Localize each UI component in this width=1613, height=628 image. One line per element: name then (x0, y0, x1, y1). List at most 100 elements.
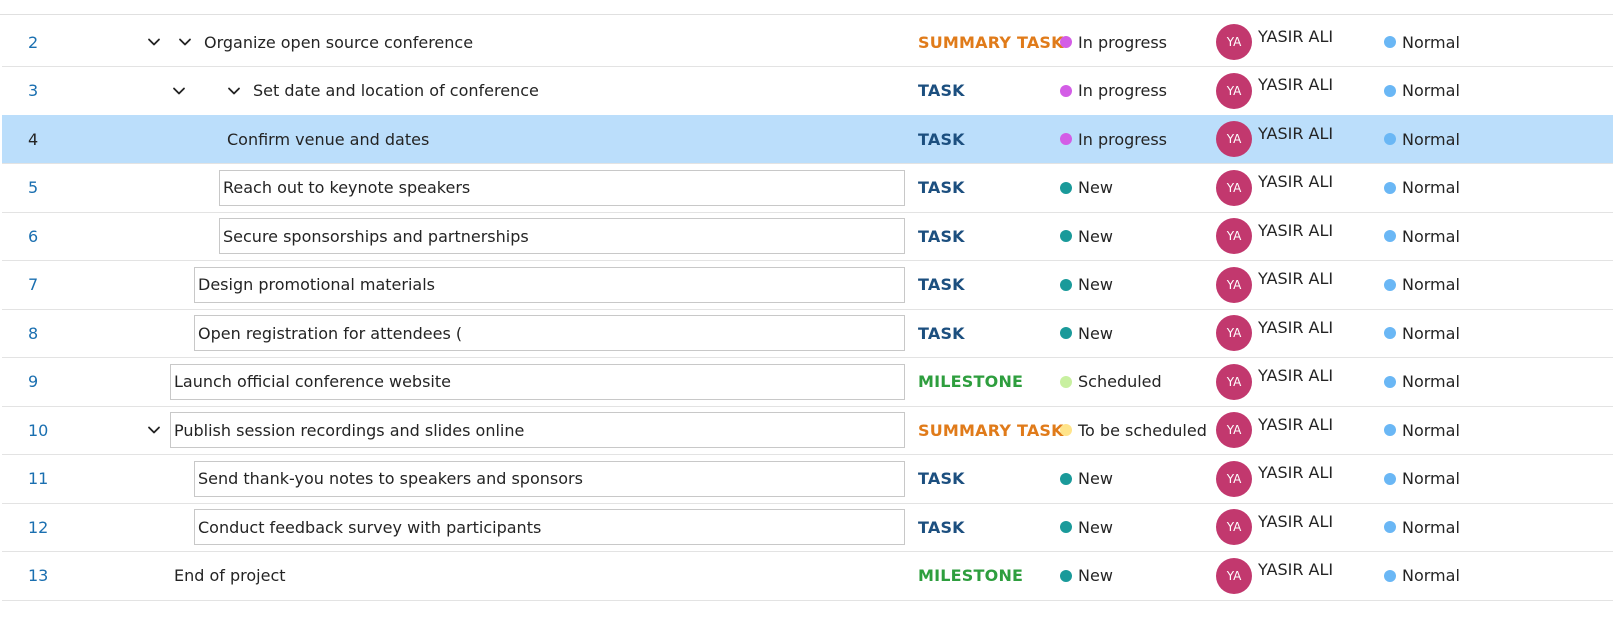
chevron-down-icon[interactable] (146, 422, 162, 438)
row-id-link[interactable]: 11 (28, 455, 48, 503)
priority-field[interactable]: Normal (1384, 552, 1460, 600)
priority-field[interactable]: Normal (1384, 358, 1460, 406)
assignee-field[interactable]: YA YASIR ALI (1216, 309, 1333, 357)
type-label[interactable]: MILESTONE (918, 358, 1023, 406)
assignee-name: YASIR ALI (1258, 123, 1334, 143)
subject-input[interactable]: Conduct feedback survey with participant… (194, 509, 905, 545)
subject-text[interactable]: End of project (174, 552, 286, 600)
priority-field[interactable]: Normal (1384, 164, 1460, 212)
priority-field[interactable]: Normal (1384, 406, 1460, 454)
status-field[interactable]: New (1060, 309, 1113, 357)
assignee-field[interactable]: YA YASIR ALI (1216, 455, 1333, 503)
status-field[interactable]: In progress (1060, 67, 1167, 115)
priority-field[interactable]: Normal (1384, 115, 1460, 163)
row-id-link[interactable]: 13 (28, 552, 48, 600)
table-row[interactable]: 10 Publish session recordings and slides … (2, 406, 1613, 455)
row-id-link[interactable]: 4 (28, 115, 38, 163)
type-label[interactable]: MILESTONE (918, 552, 1023, 600)
table-row[interactable]: 7 Design promotional materials TASK New YA YA… (2, 261, 1613, 310)
type-label[interactable]: SUMMARY TASK (918, 406, 1064, 454)
status-dot-icon (1060, 181, 1072, 194)
assignee-field[interactable]: YA YASIR ALI (1216, 67, 1333, 115)
table-row[interactable]: 12 Conduct feedback survey with participa… (2, 503, 1613, 552)
status-field[interactable]: In progress (1060, 115, 1167, 163)
row-id-link[interactable]: 7 (28, 261, 38, 309)
table-row[interactable]: 3 Set date and location of conference TASK… (2, 67, 1613, 116)
type-label[interactable]: TASK (918, 503, 965, 551)
status-field[interactable]: New (1060, 212, 1113, 260)
chevron-down-icon[interactable] (177, 34, 193, 50)
table-row[interactable]: 8 Open registration for attendees ( TASK Ne… (2, 309, 1613, 358)
priority-field[interactable]: Normal (1384, 309, 1460, 357)
table-row[interactable]: 4 Confirm venue and dates TASK In progress Y… (2, 115, 1613, 164)
subject-input[interactable]: Secure sponsorships and partnerships (219, 218, 905, 254)
assignee-field[interactable]: YA YASIR ALI (1216, 18, 1333, 66)
priority-label: Normal (1402, 129, 1460, 149)
subject-text[interactable]: Organize open source conference (204, 18, 473, 66)
status-field[interactable]: New (1060, 455, 1113, 503)
row-id-link[interactable]: 3 (28, 67, 38, 115)
chevron-down-icon[interactable] (146, 34, 162, 50)
row-id-link[interactable]: 10 (28, 406, 48, 454)
status-field[interactable]: New (1060, 552, 1113, 600)
assignee-name: YASIR ALI (1258, 366, 1334, 385)
subject-text[interactable]: Confirm venue and dates (227, 115, 429, 163)
priority-field[interactable]: Normal (1384, 261, 1460, 309)
status-field[interactable]: Scheduled (1060, 358, 1162, 406)
priority-dot-icon (1384, 569, 1396, 582)
assignee-field[interactable]: YA YASIR ALI (1216, 164, 1333, 212)
chevron-down-icon[interactable] (226, 83, 242, 99)
subject-input[interactable]: Publish session recordings and slides on… (170, 412, 905, 448)
row-id-link[interactable]: 8 (28, 309, 38, 357)
subject-input[interactable]: Design promotional materials (194, 266, 905, 303)
priority-label: Normal (1402, 372, 1460, 391)
priority-dot-icon (1384, 133, 1396, 145)
subject-input[interactable]: Reach out to keynote speakers (219, 169, 905, 206)
assignee-field[interactable]: YA YASIR ALI (1216, 261, 1333, 309)
subject-input[interactable]: Open registration for attendees ( (194, 315, 905, 351)
status-field[interactable]: New (1060, 261, 1113, 309)
assignee-field[interactable]: YA YASIR ALI (1216, 503, 1333, 551)
table-row[interactable]: 9 Launch official conference website MILES… (2, 358, 1613, 407)
row-id-link[interactable]: 2 (28, 18, 38, 66)
type-label[interactable]: TASK (918, 261, 965, 309)
assignee-field[interactable]: YA YASIR ALI (1216, 358, 1333, 406)
priority-field[interactable]: Normal (1384, 455, 1460, 503)
status-field[interactable]: To be scheduled (1060, 406, 1207, 454)
table-row[interactable]: 6 Secure sponsorships and partnerships TAS… (2, 212, 1613, 261)
assignee-field[interactable]: YA YASIR ALI (1216, 552, 1333, 600)
status-field[interactable]: New (1060, 503, 1113, 551)
type-label[interactable]: TASK (918, 309, 965, 357)
status-field[interactable]: In progress (1060, 18, 1167, 66)
type-label[interactable]: TASK (918, 455, 965, 503)
subject-text[interactable]: Set date and location of conference (253, 67, 539, 115)
priority-field[interactable]: Normal (1384, 18, 1460, 66)
type-label[interactable]: TASK (918, 164, 965, 212)
type-label[interactable]: TASK (918, 212, 965, 260)
row-id-link[interactable]: 12 (28, 503, 48, 551)
priority-field[interactable]: Normal (1384, 67, 1460, 115)
table-row[interactable]: 13 End of project MILESTONE New YA YASIR ALI N… (2, 552, 1613, 601)
priority-dot-icon (1384, 424, 1396, 436)
status-field[interactable]: New (1060, 164, 1113, 212)
type-label[interactable]: TASK (918, 67, 965, 115)
priority-dot-icon (1384, 375, 1396, 388)
assignee-name: YASIR ALI (1258, 172, 1334, 191)
type-label[interactable]: SUMMARY TASK (918, 18, 1064, 66)
priority-field[interactable]: Normal (1384, 212, 1460, 260)
row-id-link[interactable]: 6 (28, 212, 38, 260)
row-id-link[interactable]: 9 (28, 358, 38, 406)
avatar: YA (1216, 315, 1252, 351)
subject-input[interactable]: Send thank-you notes to speakers and spo… (194, 460, 905, 497)
assignee-field[interactable]: YA YASIR ALI (1216, 406, 1333, 454)
table-row[interactable]: 11 Send thank-you notes to speakers and s… (2, 455, 1613, 504)
priority-field[interactable]: Normal (1384, 503, 1460, 551)
subject-input[interactable]: Launch official conference website (170, 363, 905, 400)
type-label[interactable]: TASK (918, 115, 965, 163)
table-row[interactable]: 2 Organize open source conference SUMMARY … (2, 18, 1613, 67)
assignee-field[interactable]: YA YASIR ALI (1216, 212, 1333, 260)
row-id-link[interactable]: 5 (28, 164, 38, 212)
chevron-down-icon[interactable] (171, 83, 187, 99)
table-row[interactable]: 5 Reach out to keynote speakers TASK New YA Y… (2, 164, 1613, 213)
assignee-field[interactable]: YA YASIR ALI (1216, 115, 1333, 163)
